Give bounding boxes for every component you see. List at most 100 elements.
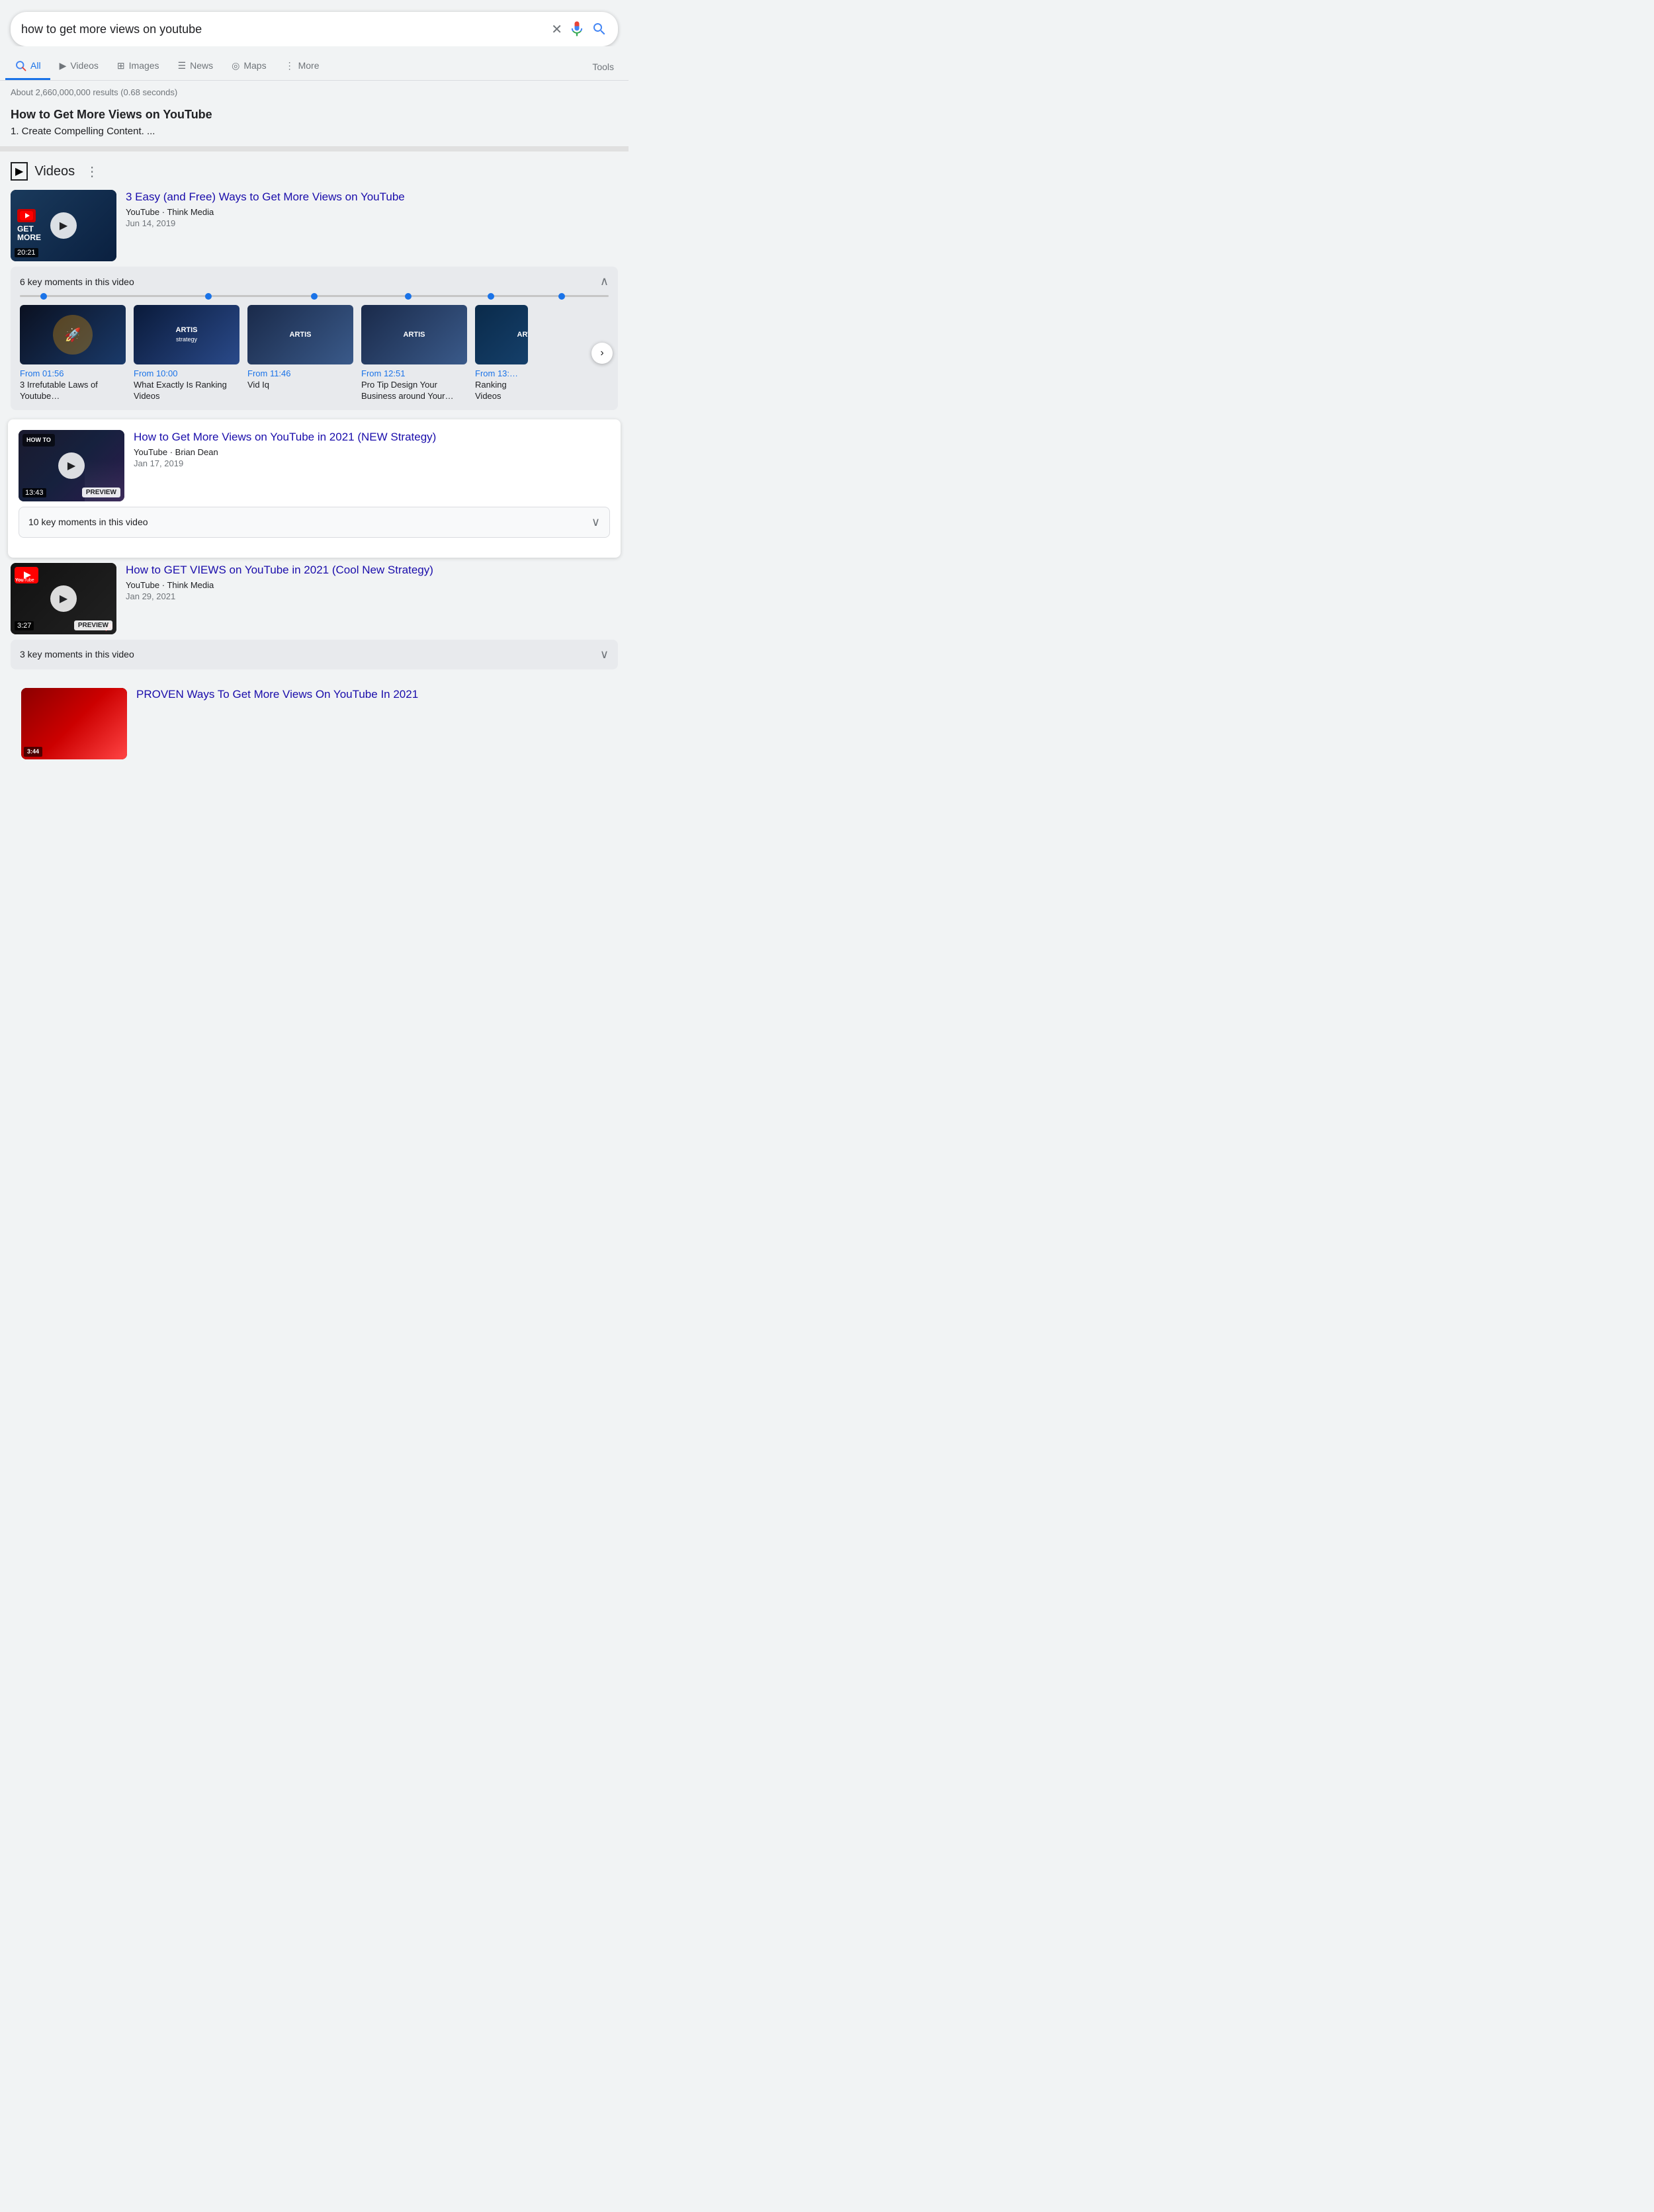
progress-dots-1 (20, 295, 609, 297)
search-bar: ✕ (11, 12, 618, 46)
video-source-2: YouTube (134, 447, 167, 457)
moment-1-3[interactable]: ARTIS From 11:46 Vid Iq (247, 305, 353, 402)
video-source-1: YouTube (126, 207, 159, 217)
more-tab-icon: ⋮ (285, 60, 294, 71)
tab-maps[interactable]: ◎ Maps (222, 54, 275, 80)
moments-next-arrow-1[interactable]: › (591, 343, 613, 364)
svg-text:Tube: Tube (24, 578, 34, 583)
nav-tabs: All ▶ Videos ⊞ Images ☰ News ◎ Maps ⋮ Mo… (0, 46, 629, 81)
video-info-1: 3 Easy (and Free) Ways to Get More Views… (126, 190, 618, 228)
moment-1-2[interactable]: ARTISstrategy From 10:00 What Exactly Is… (134, 305, 239, 402)
tab-all-label: All (30, 60, 41, 71)
moment-label-1-3: Vid Iq (247, 380, 353, 391)
videos-section-more-icon[interactable]: ⋮ (85, 163, 99, 180)
video-duration-3: 3:27 (15, 621, 34, 630)
play-button-2[interactable]: ▶ (58, 452, 85, 479)
video-duration-1: 20:21 (15, 248, 38, 257)
video-meta-2: YouTube · Brian Dean (134, 447, 610, 457)
key-moments-chevron-1[interactable]: ∧ (600, 275, 609, 288)
section-divider (0, 146, 629, 151)
tab-all[interactable]: All (5, 53, 50, 80)
tab-maps-label: Maps (243, 60, 266, 71)
results-info: About 2,660,000,000 results (0.68 second… (0, 81, 629, 101)
featured-snippet: How to Get More Views on YouTube 1. Crea… (0, 101, 629, 146)
video-channel-3: Think Media (167, 580, 214, 590)
mic-icon[interactable] (568, 20, 586, 38)
key-moments-1[interactable]: 6 key moments in this video ∧ (11, 267, 618, 410)
moment-time-1-3[interactable]: From 11:46 (247, 368, 353, 378)
video-date-1: Jun 14, 2019 (126, 218, 618, 228)
video-title-2[interactable]: How to Get More Views on YouTube in 2021… (134, 430, 610, 445)
key-moments-chevron-2[interactable]: ∨ (591, 515, 600, 529)
svg-text:You: You (15, 578, 24, 583)
moment-time-1-5[interactable]: From 13:… (475, 368, 528, 378)
video-thumb-3[interactable]: You Tube ↗ 3:27 PREVIEW ▶ (11, 563, 116, 634)
video-result-3: You Tube ↗ 3:27 PREVIEW ▶ How to GET VIE… (11, 563, 618, 669)
featured-title: How to Get More Views on YouTube (11, 108, 618, 122)
video-thumb-2[interactable]: HOW TO 13:43 PREVIEW ▶ (19, 430, 124, 501)
video-thumb-1[interactable]: GETMORE 20:21 ▶ (11, 190, 116, 261)
moment-1-1[interactable]: 🚀 From 01:56 3 Irrefutable Laws of Youtu… (20, 305, 126, 402)
key-moments-chevron-3[interactable]: ∨ (600, 648, 609, 661)
video-meta-1: YouTube · Think Media (126, 207, 618, 217)
video-source-3: YouTube (126, 580, 159, 590)
moment-time-1-4[interactable]: From 12:51 (361, 368, 467, 378)
yt-logo-1 (17, 209, 36, 222)
search-input[interactable] (21, 22, 546, 36)
moment-time-1-1[interactable]: From 01:56 (20, 368, 126, 378)
videos-section: ▶ Videos ⋮ GETMORE 20:21 ▶ 3 Easy (and F… (0, 151, 629, 774)
video-info-2: How to Get More Views on YouTube in 2021… (134, 430, 610, 468)
video-duration-2: 13:43 (22, 488, 46, 497)
play-button-3[interactable]: ▶ (50, 585, 77, 612)
videos-section-icon: ▶ (11, 162, 28, 181)
moment-label-1-1: 3 Irrefutable Laws of Youtube… (20, 380, 126, 402)
tools-button[interactable]: Tools (583, 55, 623, 79)
maps-tab-icon: ◎ (232, 60, 239, 71)
video-info-last: PROVEN Ways To Get More Views On YouTube… (136, 688, 607, 701)
video-title-1[interactable]: 3 Easy (and Free) Ways to Get More Views… (126, 190, 618, 204)
moment-1-5[interactable]: ARTIS From 13:… Ranking Videos (475, 305, 528, 402)
images-tab-icon: ⊞ (117, 60, 125, 71)
video-title-3[interactable]: How to GET VIEWS on YouTube in 2021 (Coo… (126, 563, 618, 577)
preview-badge-3: PREVIEW (74, 620, 112, 630)
yt-logo-3: You Tube (15, 567, 38, 583)
key-moments-label-1: 6 key moments in this video (20, 276, 134, 287)
tab-more-label: More (298, 60, 320, 71)
tab-videos-label: Videos (70, 60, 99, 71)
tab-videos[interactable]: ▶ Videos (50, 54, 108, 80)
video-result-2: HOW TO 13:43 PREVIEW ▶ How to Get More V… (8, 419, 621, 558)
thumb-text-1: GETMORE (17, 225, 41, 242)
video-date-3: Jan 29, 2021 (126, 591, 618, 601)
last-result: 3:44 PROVEN Ways To Get More Views On Yo… (11, 679, 618, 774)
key-moments-label-3: 3 key moments in this video (20, 649, 134, 659)
key-moments-label-2: 10 key moments in this video (28, 517, 148, 527)
video-meta-3: YouTube · Think Media (126, 580, 618, 590)
videos-section-title: Videos (34, 164, 75, 179)
key-moments-3[interactable]: 3 key moments in this video ∨ (11, 640, 618, 669)
video-channel-1: Think Media (167, 207, 214, 217)
news-tab-icon: ☰ (178, 60, 187, 71)
search-bar-container: ✕ (0, 0, 629, 46)
videos-header: ▶ Videos ⋮ (11, 162, 618, 181)
preview-badge-2: PREVIEW (82, 488, 120, 497)
play-button-1[interactable]: ▶ (50, 212, 77, 239)
moment-label-1-4: Pro Tip Design Your Business around Your… (361, 380, 467, 402)
tab-news[interactable]: ☰ News (169, 54, 223, 80)
video-info-3: How to GET VIEWS on YouTube in 2021 (Coo… (126, 563, 618, 601)
video-thumb-last[interactable]: 3:44 (21, 688, 127, 759)
moment-1-4[interactable]: ARTIS From 12:51 Pro Tip Design Your Bus… (361, 305, 467, 402)
key-moments-thumbs-1: 🚀 From 01:56 3 Irrefutable Laws of Youtu… (20, 305, 609, 402)
search-icon[interactable] (591, 21, 607, 37)
videos-tab-icon: ▶ (60, 60, 67, 71)
clear-icon[interactable]: ✕ (551, 21, 562, 38)
moment-label-1-2: What Exactly Is Ranking Videos (134, 380, 239, 402)
last-result-title[interactable]: PROVEN Ways To Get More Views On YouTube… (136, 688, 607, 701)
key-moments-2[interactable]: 10 key moments in this video ∨ (19, 507, 610, 538)
video-channel-2: Brian Dean (175, 447, 218, 457)
tab-more[interactable]: ⋮ More (276, 54, 329, 80)
moment-time-1-2[interactable]: From 10:00 (134, 368, 239, 378)
tab-images[interactable]: ⊞ Images (108, 54, 169, 80)
video-date-2: Jan 17, 2019 (134, 458, 610, 468)
video-result-1: GETMORE 20:21 ▶ 3 Easy (and Free) Ways t… (11, 190, 618, 410)
moment-label-1-5: Ranking Videos (475, 380, 528, 402)
